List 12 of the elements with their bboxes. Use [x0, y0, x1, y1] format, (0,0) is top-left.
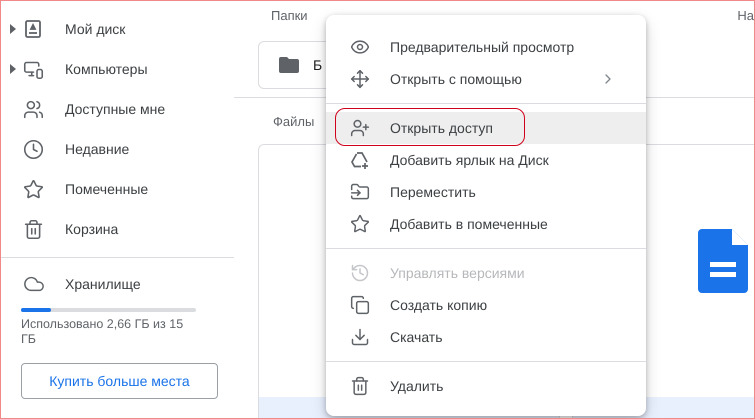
sidebar-label: Доступные мне [65, 101, 166, 117]
storage-usage: Использовано 2,66 ГБ из 15 ГБ [21, 317, 184, 347]
sidebar-label: Мой диск [65, 21, 126, 37]
sidebar-label: Компьютеры [65, 61, 148, 77]
column-heading: На [737, 8, 754, 25]
sidebar-label: Помеченные [65, 181, 148, 197]
sidebar-label: Недавние [65, 141, 130, 157]
section-heading: Файлы [273, 114, 314, 128]
storage-label: Хранилище [65, 276, 141, 292]
sidebar-label: Корзина [65, 221, 118, 237]
section-heading: Папки [271, 8, 308, 25]
folder-name: Б [313, 57, 322, 73]
